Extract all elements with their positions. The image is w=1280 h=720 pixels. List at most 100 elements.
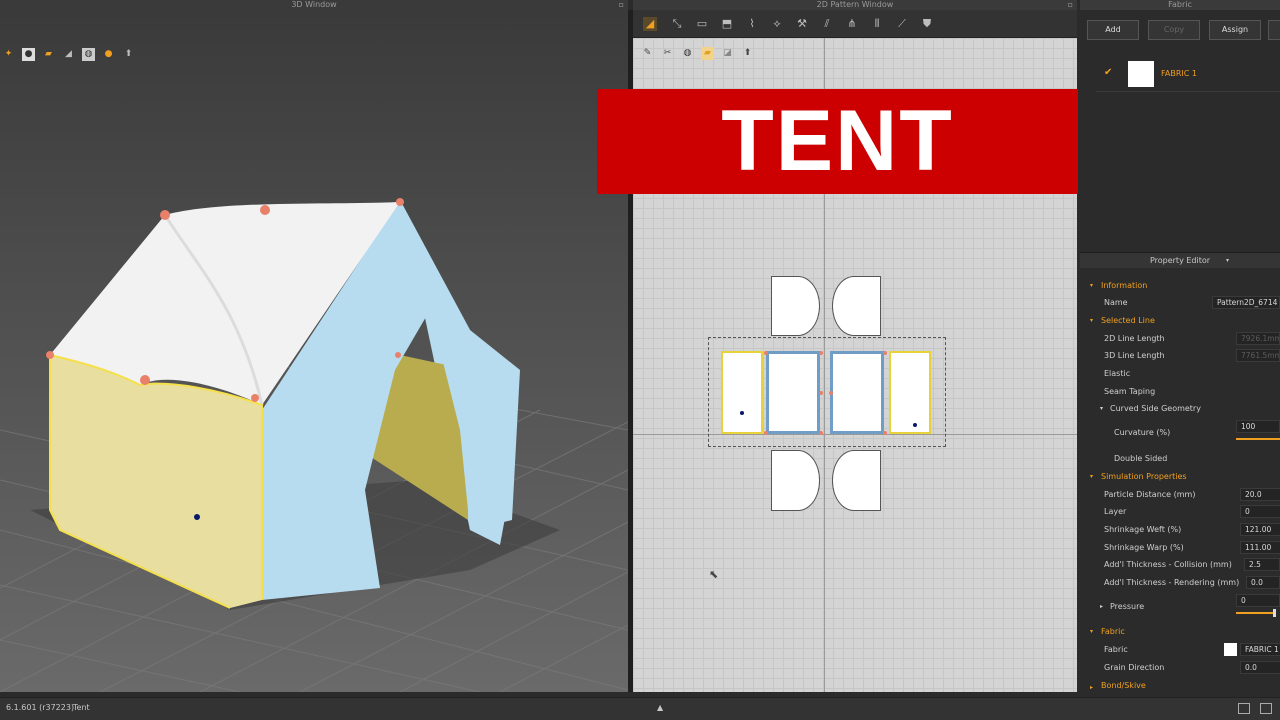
dropdown-icon[interactable]: ▾ (1226, 253, 1229, 269)
check-sewing-icon[interactable]: ⫴ (870, 17, 884, 31)
prop-elastic[interactable]: Elastic (1086, 365, 1280, 382)
sewing-pin (819, 391, 823, 395)
prop-2d-line-length: 2D Line Length 7926.1mm (1104, 332, 1280, 345)
pressure-field[interactable]: 0 (1236, 594, 1280, 607)
pattern-piece-top-left[interactable] (771, 276, 820, 336)
sewing-pin (764, 351, 768, 355)
pattern-title: 2D Pattern Window (816, 0, 894, 9)
section-fabric[interactable]: ▾ Fabric (1086, 623, 1280, 640)
pattern-titlebar: 2D Pattern Window ▫ (633, 0, 1077, 10)
internal-line-icon[interactable]: ⌇ (745, 17, 759, 31)
edit-point-icon[interactable]: ⤡ (670, 17, 684, 31)
layer-field[interactable]: 0 (1240, 505, 1280, 518)
thickness-rendering-field[interactable]: 0.0 (1246, 576, 1280, 589)
line3d-field: 7761.5mm (1236, 349, 1280, 362)
curvature-slider-fill (1236, 438, 1280, 440)
title-banner: TENT (597, 89, 1078, 194)
view3d-viewport[interactable]: ✦ ● ▰ ◢ ◍ ● ⬆ (0, 10, 628, 692)
prop-shrinkage-weft: Shrinkage Weft (%) 121.00 (1086, 521, 1280, 538)
particle-distance-field[interactable]: 20.0 (1240, 488, 1280, 501)
prop-particle-distance: Particle Distance (mm) 20.0 (1086, 486, 1280, 503)
trace-icon[interactable]: ⟋ (895, 17, 909, 31)
texture-2d-icon[interactable]: ◍ (681, 47, 694, 60)
mirror-icon[interactable]: ◪ (721, 47, 734, 60)
transform-pattern-icon[interactable]: ◢ (643, 17, 657, 31)
pattern-piece-side-left[interactable] (721, 351, 763, 434)
tent-3d-scene (0, 198, 628, 692)
name-field[interactable]: Pattern2D_6714 (1212, 296, 1280, 309)
polygon-icon[interactable]: ⬒ (720, 17, 734, 31)
property-editor-title: Property Editor (1149, 256, 1211, 265)
pattern-display-icon[interactable]: ✎ (641, 47, 654, 60)
sewing-pin (819, 351, 823, 355)
layout-single-icon[interactable] (1238, 703, 1250, 714)
pattern-piece-center-right[interactable] (830, 351, 884, 434)
expand-up-icon[interactable]: ▲ (657, 698, 663, 718)
prop-double-sided[interactable]: Double Sided (1086, 450, 1280, 467)
fold-arrange-icon[interactable]: ⚒ (795, 17, 809, 31)
section-simulation[interactable]: ▾ Simulation Properties (1086, 468, 1280, 485)
prop-seam-taping[interactable]: Seam Taping (1086, 383, 1280, 400)
dart-icon[interactable]: ⟡ (770, 17, 784, 31)
section-information[interactable]: ▾ Information (1086, 277, 1280, 294)
section-selected-line[interactable]: ▾ Selected Line (1086, 312, 1280, 329)
scissors-icon[interactable]: ✂ (661, 47, 674, 60)
pressure-slider[interactable] (1236, 609, 1276, 617)
pattern-subtoolbar: ✎ ✂ ◍ ▰ ◪ ⬆ (639, 46, 769, 62)
fabric-field[interactable]: FABRIC 1 (1240, 643, 1280, 656)
file-name: Tent (73, 703, 90, 712)
assign-button[interactable]: Assign (1209, 20, 1261, 40)
prop-fabric: Fabric FABRIC 1 (1086, 641, 1280, 658)
avatar-silhouette-icon[interactable]: ⛊ (920, 17, 934, 31)
curvature-slider[interactable] (1236, 438, 1280, 440)
tent-front-panel (50, 355, 262, 608)
add-button[interactable]: Add (1087, 20, 1139, 40)
piece-dot (740, 411, 744, 415)
fabric-swatch-small (1224, 643, 1237, 656)
sewing-pin (764, 431, 768, 435)
sewing-pin (829, 391, 833, 395)
status-bar: 6.1.601 (r37223) Tent ▲ (0, 697, 1280, 720)
layout-split-icon[interactable] (1260, 703, 1272, 714)
segment-sewing-icon[interactable]: ⫽ (820, 17, 834, 31)
fabric-name: FABRIC 1 (1161, 69, 1197, 78)
grain-field[interactable]: 0.0 (1240, 661, 1280, 674)
sewing-pin (819, 431, 823, 435)
fabric-list-item[interactable]: ✔ FABRIC 1 (1096, 58, 1280, 92)
pattern-piece-bottom-left[interactable] (771, 450, 820, 511)
curvature-field[interactable]: 100 (1236, 420, 1280, 433)
view3d-titlebar: 3D Window ▫ (0, 0, 628, 10)
prop-grain-direction: Grain Direction 0.0 (1086, 659, 1280, 676)
fabric-swatch (1128, 61, 1154, 87)
fabric-panel (1080, 10, 1280, 250)
property-editor-header: Property Editor ▾ (1080, 252, 1280, 268)
shrinkage-warp-field[interactable]: 111.00 (1240, 541, 1280, 554)
fabric-2d-icon[interactable]: ▰ (701, 47, 714, 60)
prop-curvature: Curvature (%) 100 (1086, 419, 1280, 445)
sewing-pin (883, 351, 887, 355)
section-bond-skive[interactable]: ▸ Bond/Skive (1086, 679, 1280, 691)
prop-thickness-rendering: Add'l Thickness - Rendering (mm) 0.0 (1086, 574, 1280, 591)
pattern-piece-bottom-right[interactable] (832, 450, 881, 511)
maximize-icon[interactable]: ▫ (1068, 0, 1073, 10)
rectangle-icon[interactable]: ▭ (695, 17, 709, 31)
pressure-slider-knob[interactable] (1273, 609, 1276, 617)
view3d-title: 3D Window (291, 0, 337, 9)
pattern-piece-side-right[interactable] (889, 351, 931, 434)
shrinkage-weft-field[interactable]: 121.00 (1240, 523, 1280, 536)
fabric-title: Fabric (1168, 0, 1192, 9)
pattern-toolbar: ◢ ⤡ ▭ ⬒ ⌇ ⟡ ⚒ ⫽ ⋔ ⫴ ⟋ ⛊ (633, 10, 1077, 38)
copy-button[interactable]: Copy (1148, 20, 1200, 40)
pattern-piece-top-right[interactable] (832, 276, 881, 336)
more-button[interactable] (1268, 20, 1280, 40)
prop-curved-side-geometry[interactable]: ▾ Curved Side Geometry (1086, 400, 1280, 417)
prop-pressure: ▸ Pressure 0 (1086, 593, 1280, 619)
thickness-collision-field[interactable]: 2.5 (1244, 558, 1280, 571)
maximize-icon[interactable]: ▫ (619, 0, 624, 10)
export-2d-icon[interactable]: ⬆ (741, 47, 754, 60)
prop-name: Name Pattern2D_6714 (1086, 294, 1280, 311)
prop-layer: Layer 0 (1086, 503, 1280, 520)
prop-shrinkage-warp: Shrinkage Warp (%) 111.00 (1086, 539, 1280, 556)
pattern-piece-center-left[interactable] (766, 351, 820, 434)
free-sewing-icon[interactable]: ⋔ (845, 17, 859, 31)
